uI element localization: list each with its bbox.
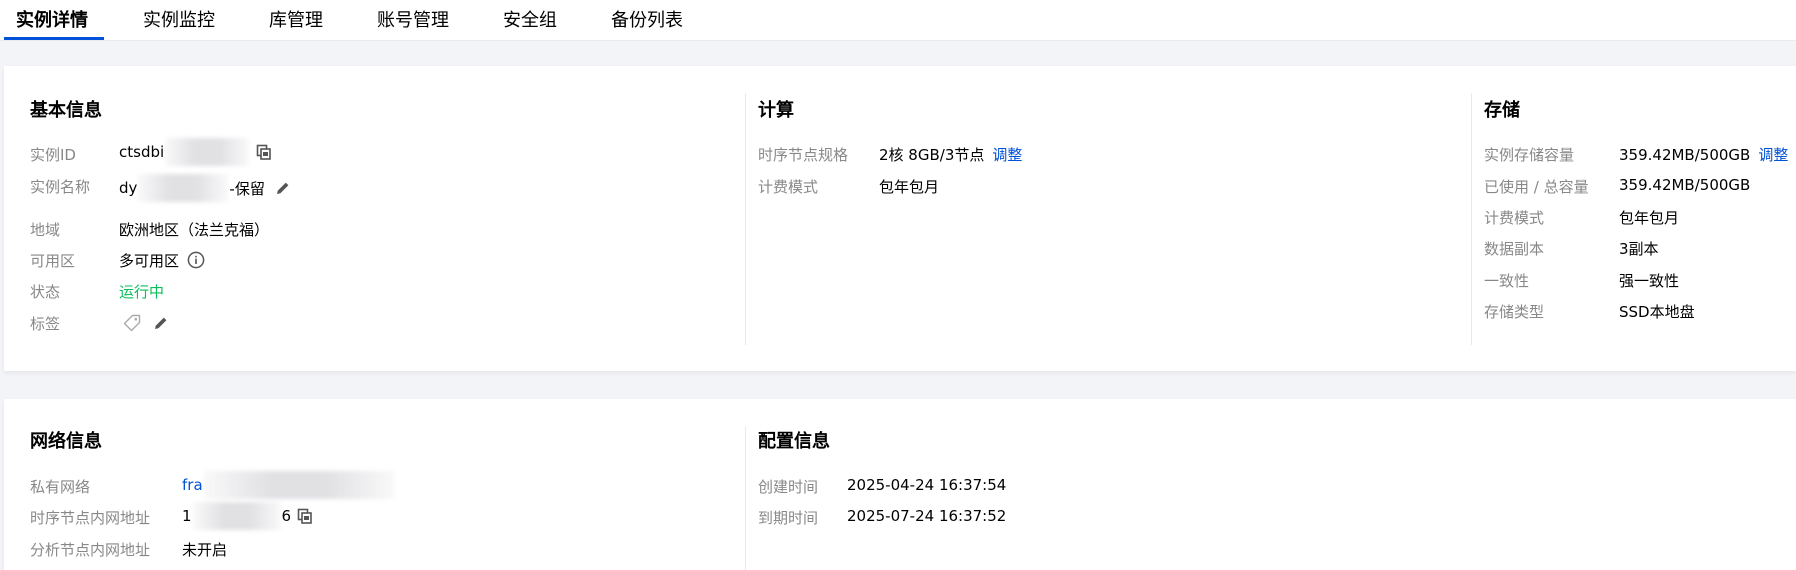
tag-icon xyxy=(123,314,141,332)
used-value: 359.42MB/500GB xyxy=(1619,176,1751,194)
consistency-label: 一致性 xyxy=(1484,272,1530,290)
zone-text: 多可用区 xyxy=(119,251,180,270)
created-time-value: 2025-04-24 16:37:54 xyxy=(847,476,1007,494)
copy-icon[interactable] xyxy=(256,144,272,160)
tag-label: 标签 xyxy=(30,315,61,333)
ts-address-label: 时序节点内网地址 xyxy=(30,509,151,527)
ts-address-value: 1 6 xyxy=(182,502,313,530)
analysis-address-label: 分析节点内网地址 xyxy=(30,541,151,559)
zone-label: 可用区 xyxy=(30,252,76,270)
expire-time-value: 2025-07-24 16:37:52 xyxy=(847,507,1007,525)
spec-value: 2核 8GB/3节点 调整 xyxy=(879,144,1022,165)
consistency-value: 强一致性 xyxy=(1619,272,1680,290)
region-value: 欧洲地区（法兰克福） xyxy=(119,221,270,239)
network-title: 网络信息 xyxy=(30,431,102,452)
storage-type-value: SSD本地盘 xyxy=(1619,303,1695,321)
instance-id-label: 实例ID xyxy=(30,146,76,164)
instance-name-prefix: dy xyxy=(119,179,138,197)
spec-label: 时序节点规格 xyxy=(758,146,849,164)
storage-billing-label: 计费模式 xyxy=(1484,209,1545,227)
tab-bar: 实例详情 实例监控 库管理 账号管理 安全组 备份列表 xyxy=(0,0,1796,41)
info-icon[interactable] xyxy=(187,251,205,269)
redacted-area xyxy=(165,138,250,166)
active-tab-indicator xyxy=(4,37,104,40)
replica-value: 3副本 xyxy=(1619,240,1659,258)
instance-name-suffix: -保留 xyxy=(229,179,265,198)
analysis-address-value: 未开启 xyxy=(182,541,228,559)
storage-billing-value: 包年包月 xyxy=(1619,209,1680,227)
instance-name-label: 实例名称 xyxy=(30,178,91,196)
compute-title: 计算 xyxy=(758,100,794,121)
column-divider xyxy=(745,426,746,570)
tag-value xyxy=(119,312,169,334)
instance-info-card: 基本信息 实例ID ctsdbi 实例名称 dy -保留 地域 欧洲地区（法兰克… xyxy=(4,66,1796,371)
status-label: 状态 xyxy=(30,283,61,301)
spec-text: 2核 8GB/3节点 xyxy=(879,146,985,164)
used-label: 已使用 / 总容量 xyxy=(1484,178,1589,196)
adjust-spec-link[interactable]: 调整 xyxy=(992,144,1022,165)
instance-id-value: ctsdbi xyxy=(119,138,272,166)
tab-instance-detail[interactable]: 实例详情 xyxy=(16,0,88,41)
redacted-area xyxy=(138,174,229,202)
instance-id-text: ctsdbi xyxy=(119,143,165,161)
vpc-value: fra xyxy=(182,471,395,499)
region-label: 地域 xyxy=(30,221,61,239)
edit-icon[interactable] xyxy=(275,180,291,196)
basic-info-title: 基本信息 xyxy=(30,100,102,121)
tab-security-group[interactable]: 安全组 xyxy=(503,0,557,41)
capacity-label: 实例存储容量 xyxy=(1484,146,1575,164)
status-value: 运行中 xyxy=(119,283,165,301)
redacted-area xyxy=(192,502,281,530)
ts-address-prefix: 1 xyxy=(182,507,192,525)
tab-backup-list[interactable]: 备份列表 xyxy=(611,0,683,41)
compute-billing-value: 包年包月 xyxy=(879,178,940,196)
adjust-storage-link[interactable]: 调整 xyxy=(1758,144,1788,165)
created-time-label: 创建时间 xyxy=(758,478,819,496)
storage-type-label: 存储类型 xyxy=(1484,303,1545,321)
vpc-label: 私有网络 xyxy=(30,478,91,496)
expire-time-label: 到期时间 xyxy=(758,509,819,527)
storage-title: 存储 xyxy=(1484,100,1520,121)
capacity-value: 359.42MB/500GB 调整 xyxy=(1619,144,1788,165)
capacity-text: 359.42MB/500GB xyxy=(1619,145,1751,164)
ts-address-suffix: 6 xyxy=(281,507,292,525)
column-divider xyxy=(1471,93,1472,345)
redacted-area xyxy=(203,471,394,499)
zone-value: 多可用区 xyxy=(119,249,205,271)
config-title: 配置信息 xyxy=(758,431,830,452)
compute-billing-label: 计费模式 xyxy=(758,178,819,196)
instance-name-value: dy -保留 xyxy=(119,174,291,202)
column-divider xyxy=(745,93,746,345)
network-config-card: 网络信息 私有网络 fra 时序节点内网地址 1 6 分析节点内网地址 未开启 … xyxy=(4,399,1796,570)
tab-account-management[interactable]: 账号管理 xyxy=(377,0,449,41)
vpc-link[interactable]: fra xyxy=(182,476,203,494)
copy-icon[interactable] xyxy=(297,508,313,524)
replica-label: 数据副本 xyxy=(1484,240,1545,258)
tab-database-management[interactable]: 库管理 xyxy=(269,0,323,41)
edit-tag-icon[interactable] xyxy=(153,315,169,331)
tab-instance-monitor[interactable]: 实例监控 xyxy=(143,0,215,41)
